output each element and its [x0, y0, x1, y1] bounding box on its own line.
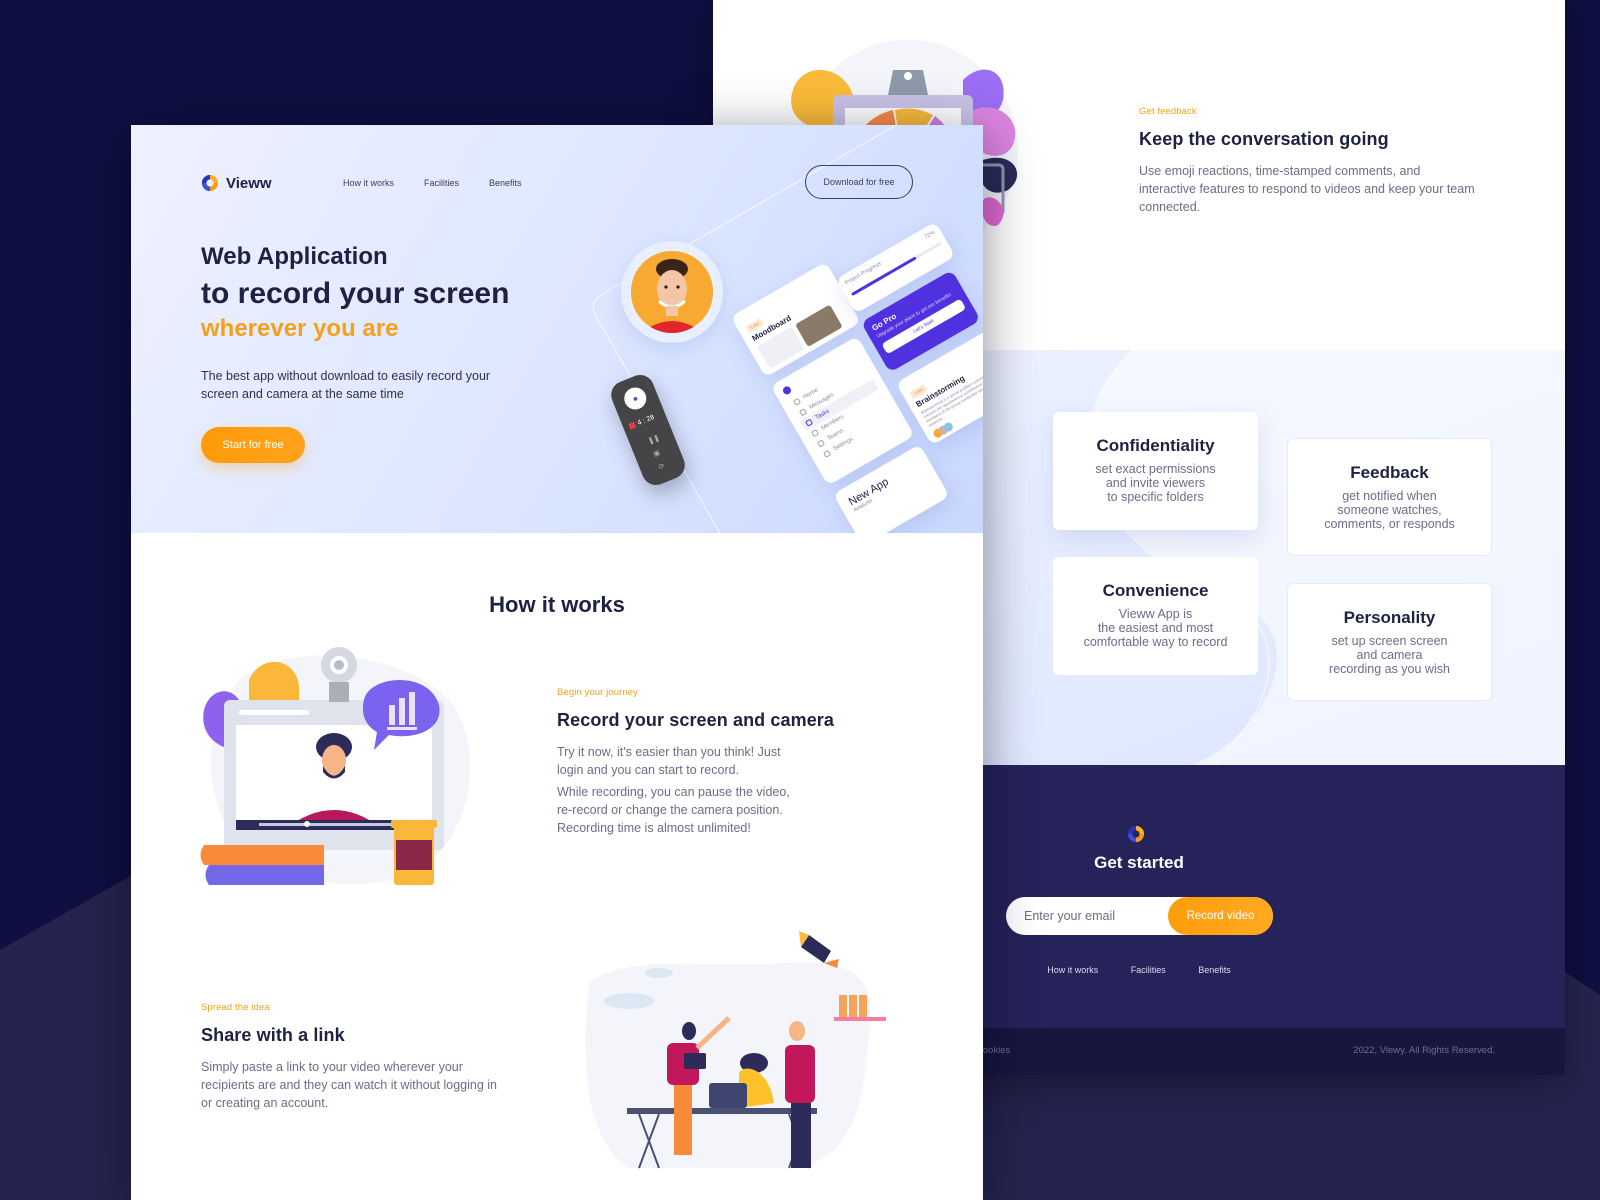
step-eyebrow: Spread the idea	[201, 1002, 270, 1013]
recording-time: 4 : 28	[628, 414, 656, 430]
trash-icon[interactable]: ▣	[652, 448, 662, 458]
top-nav: Vieww How it works Facilities Benefits D…	[201, 165, 913, 201]
record-illustration	[199, 640, 479, 890]
hero-section: Vieww How it works Facilities Benefits D…	[131, 125, 983, 533]
vieww-logo-icon	[201, 174, 219, 192]
pause-icon[interactable]: ❚❚	[647, 434, 661, 446]
email-input[interactable]	[1006, 897, 1166, 935]
copyright-text: 2022, Viewy. All Rights Reserved.	[1353, 1045, 1495, 1056]
camera-icon[interactable]: ●	[620, 384, 650, 413]
step-body: Try it now, it's easier than you think! …	[557, 743, 887, 837]
feedback-eyebrow: Get feedback	[1139, 106, 1197, 117]
share-illustration	[569, 923, 899, 1183]
record-video-button[interactable]: Record video	[1168, 897, 1273, 935]
hero-title-line1: Web Application	[201, 243, 388, 270]
step-paragraph: While recording, you can pause the video…	[557, 785, 790, 835]
logo[interactable]: Vieww	[201, 173, 272, 193]
feedback-title: Keep the conversation going	[1139, 129, 1389, 149]
hero-title-line2: to record your screen	[201, 277, 510, 310]
benefit-desc: Vieww App is the easiest and most comfor…	[1083, 607, 1228, 649]
benefit-title: Confidentiality	[1096, 436, 1215, 455]
benefit-title: Convenience	[1102, 581, 1209, 600]
benefit-desc: set up screen screen and camera recordin…	[1329, 634, 1450, 676]
benefit-card-confidentiality: Confidentiality set exact permissions an…	[1053, 412, 1258, 530]
progress-title: Project Progress	[844, 260, 883, 287]
step-record: Begin your journey Record your screen an…	[557, 687, 887, 841]
hero-subtitle: The best app without download to easily …	[201, 369, 491, 401]
step-body: Simply paste a link to your video wherev…	[201, 1058, 531, 1112]
progress-percent: 72%	[923, 229, 937, 241]
hero-visual: ● 4 : 28 ❚❚ ▣ ⟳ Low Moodboard Project Pr…	[591, 215, 983, 533]
start-for-free-button[interactable]: Start for free	[201, 427, 305, 463]
benefit-card-convenience: Convenience Vieww App is the easiest and…	[1053, 557, 1258, 675]
nav-link-facilities[interactable]: Facilities	[424, 178, 459, 188]
feedback-body: Use emoji reactions, time-stamped commen…	[1139, 164, 1475, 214]
recording-time-value: 4 : 28	[636, 414, 656, 428]
footer-link-facilities[interactable]: Facilities	[1131, 965, 1166, 975]
logo-text: Vieww	[226, 174, 272, 192]
feedback-section: Get feedback Keep the conversation going…	[1139, 106, 1479, 216]
benefit-card-feedback: Feedback get notified when someone watch…	[1287, 438, 1492, 556]
benefit-title: Feedback	[1350, 463, 1429, 482]
bg-shape-bottom	[960, 1075, 1600, 1200]
step-share: Spread the idea Share with a link Simply…	[201, 1002, 531, 1116]
app-logo-icon	[781, 384, 793, 396]
step-eyebrow: Begin your journey	[557, 687, 639, 698]
step-paragraph: Try it now, it's easier than you think! …	[557, 745, 781, 777]
app-mockup-cards: Low Moodboard Project Progress 72% Go Pr…	[659, 162, 983, 533]
step-title: Record your screen and camera	[557, 710, 835, 730]
hero-title-line3: wherever you are	[201, 315, 399, 342]
hero-copy: Web Application to record your screen wh…	[201, 243, 509, 463]
benefit-card-personality: Personality set up screen screen and cam…	[1287, 583, 1492, 701]
step-paragraph: Simply paste a link to your video wherev…	[201, 1060, 498, 1110]
email-form: Record video	[1006, 897, 1273, 935]
nav-link-how-it-works[interactable]: How it works	[343, 178, 394, 188]
footer-link-benefits[interactable]: Benefits	[1198, 965, 1231, 975]
record-icon	[628, 421, 637, 430]
step-title: Share with a link	[201, 1025, 345, 1045]
nav-link-benefits[interactable]: Benefits	[489, 178, 522, 188]
footer-link-how-it-works[interactable]: How it works	[1047, 965, 1098, 975]
vieww-logo-icon	[1127, 825, 1145, 843]
left-page: Vieww How it works Facilities Benefits D…	[131, 125, 983, 1200]
recorder-widget[interactable]: ● 4 : 28 ❚❚ ▣ ⟳	[606, 370, 690, 490]
nav-links: How it works Facilities Benefits	[343, 178, 552, 188]
benefit-desc: get notified when someone watches, comme…	[1324, 489, 1455, 531]
benefit-desc: set exact permissions and invite viewers…	[1095, 462, 1216, 504]
how-it-works-title: How it works	[489, 592, 625, 617]
benefit-title: Personality	[1343, 608, 1436, 627]
restart-icon[interactable]: ⟳	[657, 462, 666, 472]
